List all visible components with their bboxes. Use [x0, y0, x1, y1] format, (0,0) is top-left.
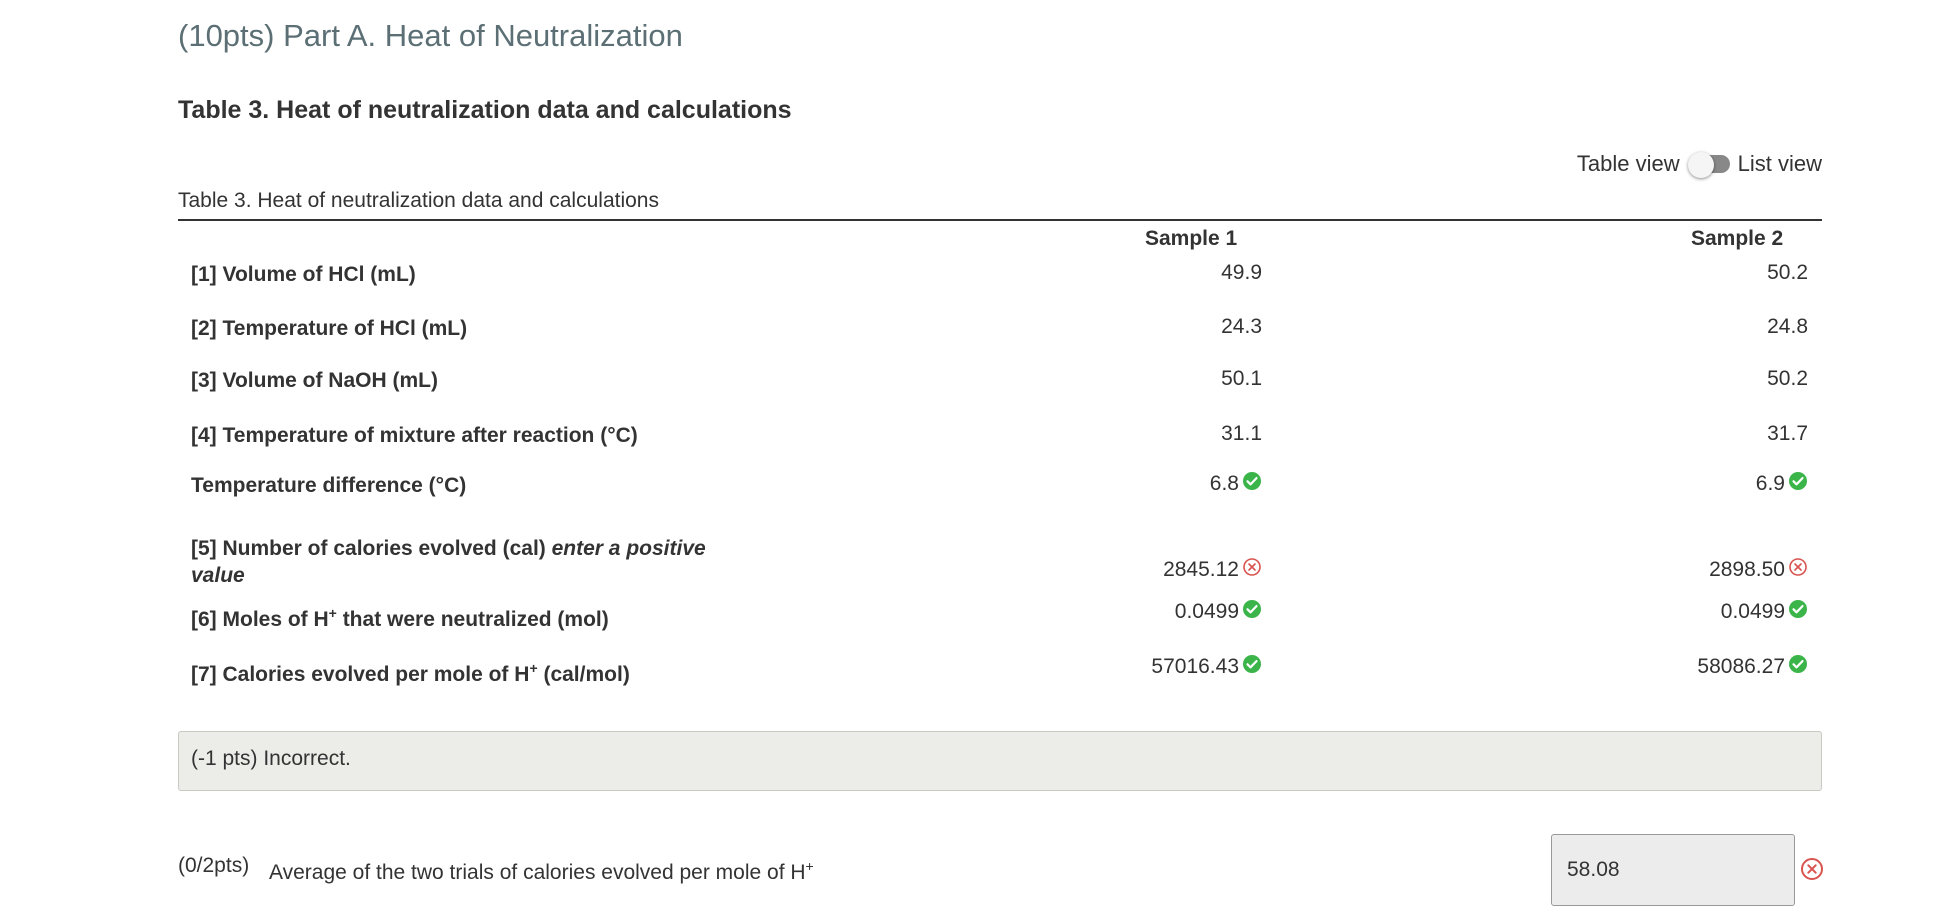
section-title: (10pts) Part A. Heat of Neutralization — [178, 18, 683, 53]
check-circle-icon — [1242, 654, 1262, 674]
sample-1-value: 50.1 — [1221, 367, 1262, 390]
view-switch[interactable] — [1687, 152, 1732, 178]
sample-1-value: 57016.43 — [1151, 655, 1239, 678]
sample-2-cell: 2898.50 — [1709, 558, 1808, 582]
check-circle-icon — [1788, 654, 1808, 674]
x-circle-icon — [1800, 857, 1824, 881]
sample-2-cell: 0.0499 — [1721, 600, 1808, 624]
feedback-box: (-1 pts) Incorrect. — [178, 731, 1822, 791]
sample-2-value: 58086.27 — [1697, 655, 1785, 678]
sample-2-value: 6.9 — [1755, 472, 1785, 495]
table-heading: Table 3. Heat of neutralization data and… — [178, 96, 792, 124]
row-label: [4] Temperature of mixture after reactio… — [191, 424, 638, 447]
sample-2-cell: 6.9 — [1756, 472, 1808, 496]
sample-2-value: 50.2 — [1767, 261, 1808, 284]
view-switch-knob — [1687, 152, 1714, 178]
check-circle-icon — [1242, 471, 1262, 491]
average-label: Average of the two trials of calories ev… — [269, 858, 814, 885]
row-label: [1] Volume of HCl (mL) — [191, 263, 416, 286]
sample-2-value: 2898.50 — [1709, 558, 1785, 581]
x-circle-icon — [1788, 557, 1808, 577]
points-label: (0/2pts) — [178, 854, 250, 877]
sample-1-cell: 0.0499 — [1175, 600, 1262, 624]
average-label-sup: + — [805, 858, 814, 874]
row-label-main: [5] Number of calories evolved (cal) — [191, 537, 546, 560]
sample-2-value: 31.7 — [1767, 422, 1808, 445]
sample-1-cell: 57016.43 — [1151, 655, 1262, 679]
row-label: [2] Temperature of HCl (mL) — [191, 317, 468, 340]
sample-1-value: 2845.12 — [1163, 558, 1239, 581]
table-caption: Table 3. Heat of neutralization data and… — [178, 189, 659, 212]
row-label-post: (cal/mol) — [537, 663, 630, 686]
row-label: Temperature difference (°C) — [191, 474, 467, 497]
row-label-pre: [7] Calories evolved per mole of H — [191, 663, 530, 686]
sample-1-value: 6.8 — [1209, 472, 1239, 495]
average-question: (0/2pts) Average of the two trials of ca… — [178, 834, 1824, 906]
row-label-sup: + — [529, 660, 538, 676]
check-circle-icon — [1788, 471, 1808, 491]
sample-1-value: 31.1 — [1221, 422, 1262, 445]
sample-1-cell: 2845.12 — [1163, 558, 1262, 582]
row-label-sup: + — [328, 605, 337, 621]
sample-1-value: 24.3 — [1221, 315, 1262, 338]
sample-2-value: 0.0499 — [1720, 600, 1785, 623]
feedback-text: (-1 pts) Incorrect. — [191, 747, 351, 770]
sample-1-cell: 6.8 — [1210, 472, 1262, 496]
column-header-sample-1: Sample 1 — [1145, 227, 1238, 250]
row-label: [5] Number of calories evolved (cal) ent… — [191, 535, 731, 589]
average-input[interactable] — [1551, 834, 1795, 906]
list-view-label[interactable]: List view — [1738, 151, 1822, 177]
check-circle-icon — [1242, 599, 1262, 619]
x-circle-icon — [1242, 557, 1262, 577]
row-label: [6] Moles of H+ that were neutralized (m… — [191, 600, 731, 633]
sample-2-cell: 58086.27 — [1697, 655, 1808, 679]
data-table: Sample 1 Sample 2 [1] Volume of HCl (mL)… — [178, 219, 1822, 686]
sample-2-value: 50.2 — [1767, 367, 1808, 390]
column-header-sample-2: Sample 2 — [1691, 227, 1784, 250]
row-label: [7] Calories evolved per mole of H+ (cal… — [191, 655, 731, 688]
check-circle-icon — [1788, 599, 1808, 619]
row-label: [3] Volume of NaOH (mL) — [191, 369, 438, 392]
row-label-post: that were neutralized (mol) — [336, 608, 609, 631]
view-toggle: Table view List view — [1577, 151, 1822, 178]
average-label-text: Average of the two trials of calories ev… — [269, 861, 806, 884]
sample-1-value: 49.9 — [1221, 261, 1262, 284]
sample-1-value: 0.0499 — [1174, 600, 1239, 623]
table-view-label[interactable]: Table view — [1577, 151, 1680, 177]
row-label-pre: [6] Moles of H — [191, 608, 329, 631]
sample-2-value: 24.8 — [1767, 315, 1808, 338]
